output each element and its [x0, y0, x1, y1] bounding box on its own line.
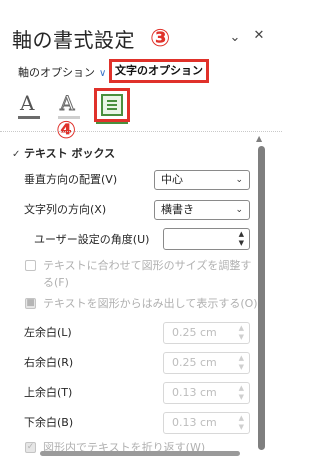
spinner-arrows-icon[interactable]: ▲ ▼ — [239, 324, 244, 342]
chevron-down-icon: ∨ — [99, 68, 107, 79]
bottom-margin-value: 0.13 cm — [172, 416, 217, 429]
custom-angle-label: ユーザー設定の角度(U) — [34, 233, 150, 246]
bottom-margin-input[interactable]: 0.13 cm ▲ ▼ — [163, 412, 250, 434]
spinner-arrows-icon[interactable]: ▲ ▼ — [239, 354, 244, 372]
spinner-arrows-icon[interactable]: ▲ ▼ — [239, 230, 244, 248]
top-margin-label: 上余白(T) — [24, 386, 73, 399]
selected-tab-underline — [96, 122, 128, 124]
divider — [0, 131, 282, 132]
section-title-textbox[interactable]: テキスト ボックス — [24, 146, 115, 162]
textbox-icon[interactable] — [101, 94, 123, 116]
chevron-down-icon: ⌄ — [235, 205, 243, 215]
tab-text-options[interactable]: 文字のオプション — [115, 63, 203, 79]
tab-axis-options-label: 軸のオプション — [18, 66, 95, 79]
chevron-down-icon[interactable]: ⌄ — [228, 31, 242, 45]
custom-angle-input[interactable]: ▲ ▼ — [163, 228, 250, 250]
text-direction-label: 文字列の方向(X) — [24, 203, 107, 216]
right-margin-input[interactable]: 0.25 cm ▲ ▼ — [163, 352, 250, 374]
vertical-align-value: 中心 — [161, 173, 183, 186]
overflow-checkbox[interactable]: ■ — [25, 298, 36, 309]
left-margin-input[interactable]: 0.25 cm ▲ ▼ — [163, 322, 250, 344]
annotation-badge-3: ③ — [150, 24, 171, 52]
text-outline-icon[interactable]: A — [59, 92, 74, 115]
bottom-margin-label: 下余白(B) — [24, 416, 74, 429]
chevron-down-icon: ⌄ — [235, 175, 243, 185]
left-margin-label: 左余白(L) — [24, 326, 72, 339]
vertical-align-select[interactable]: 中心 ⌄ — [154, 170, 250, 190]
left-margin-value: 0.25 cm — [172, 326, 217, 339]
autofit-checkbox[interactable] — [25, 260, 36, 271]
text-fill-icon[interactable]: A — [20, 92, 34, 114]
horizontal-scrollbar-thumb[interactable] — [40, 451, 240, 456]
autofit-label: テキストに合わせて図形のサイズを調整する(F) — [43, 259, 252, 289]
chevron-down-icon[interactable]: ✓ — [12, 149, 20, 160]
right-margin-label: 右余白(R) — [24, 356, 74, 369]
text-fill-underline — [18, 116, 40, 119]
top-margin-input[interactable]: 0.13 cm ▲ ▼ — [163, 382, 250, 404]
vertical-scrollbar-thumb[interactable] — [258, 146, 265, 450]
overflow-label: テキストを図形からはみ出して表示する(O) — [43, 297, 258, 310]
wrap-text-checkbox[interactable]: ✓ — [25, 442, 36, 453]
spinner-arrows-icon[interactable]: ▲ ▼ — [239, 384, 244, 402]
text-direction-value: 横書き — [161, 203, 194, 216]
right-margin-value: 0.25 cm — [172, 356, 217, 369]
vertical-align-label: 垂直方向の配置(V) — [24, 173, 118, 186]
tab-axis-options[interactable]: 軸のオプション ∨ — [18, 65, 106, 82]
text-direction-select[interactable]: 横書き ⌄ — [154, 200, 250, 220]
top-margin-value: 0.13 cm — [172, 386, 217, 399]
annotation-badge-4: ④ — [56, 116, 77, 144]
scroll-up-icon[interactable]: ▲ — [256, 134, 262, 143]
spinner-arrows-icon[interactable]: ▲ ▼ — [239, 414, 244, 432]
close-icon[interactable]: ✕ — [252, 29, 266, 43]
panel-title: 軸の書式設定 — [12, 28, 135, 52]
